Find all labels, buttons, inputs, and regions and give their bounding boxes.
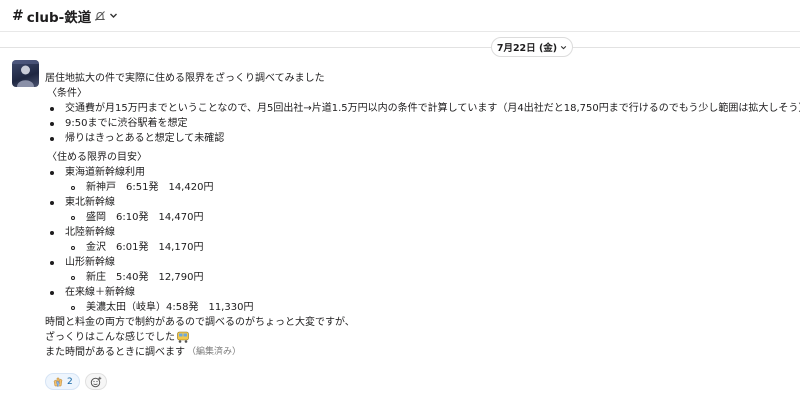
list-item-text: 新庄 5:40発 12,790円 xyxy=(86,272,204,283)
message-line: ざっくりはこんな感じでした xyxy=(45,330,795,345)
sub-bullet-icon xyxy=(71,305,75,310)
sub-bullet-icon xyxy=(71,185,75,190)
channel-header: # club-鉄道 xyxy=(0,0,800,32)
reaction-count: 2 xyxy=(67,376,73,387)
message-text: 時間と料金の両方で制約があるので調べるのがちょっと大変ですが、 xyxy=(45,317,355,328)
message-text: 居住地拡大の件で実際に住める限界をざっくり調べてみました xyxy=(45,73,325,84)
bell-off-icon xyxy=(94,10,106,22)
edited-label: （編集済み） xyxy=(187,347,242,357)
message-text: ざっくりはこんな感じでした xyxy=(45,332,175,343)
list-item: 東北新幹線 xyxy=(45,195,795,210)
avatar[interactable] xyxy=(12,60,39,87)
list-item: 帰りはきっとあると想定して未確認 xyxy=(45,131,795,146)
list-item: 9:50までに渋谷駅着を想定 xyxy=(45,116,795,131)
message-line: また時間があるときに調べます （編集済み） xyxy=(45,345,795,360)
sub-bullet-icon xyxy=(71,275,75,280)
train-icon xyxy=(176,331,190,344)
add-emoji-icon xyxy=(90,376,102,388)
bullet-icon xyxy=(50,200,54,205)
date-divider-line xyxy=(0,47,800,48)
bullet-icon xyxy=(50,136,54,141)
chevron-down-icon xyxy=(109,11,118,20)
clapping-hands-icon xyxy=(52,376,64,388)
list-item-text: 北陸新幹線 xyxy=(65,227,115,238)
list-item-text: 東海道新幹線利用 xyxy=(65,167,145,178)
bullet-icon xyxy=(50,121,54,126)
list-item-text: 盛岡 6:10発 14,470円 xyxy=(86,212,204,223)
message-text: また時間があるときに調べます xyxy=(45,347,185,358)
list-item-text: 交通費が月15万円までということなので、月5回出社→片道1.5万円以内の条件で計… xyxy=(65,103,800,114)
section-heading: 〈条件〉 xyxy=(47,88,87,99)
list-item-text: 新神戸 6:51発 14,420円 xyxy=(86,182,214,193)
list-item-text: 美濃太田（岐阜）4:58発 11,330円 xyxy=(86,302,254,313)
sub-list-item: 美濃太田（岐阜）4:58発 11,330円 xyxy=(45,300,795,315)
sub-list-item: 新庄 5:40発 12,790円 xyxy=(45,270,795,285)
bullet-icon xyxy=(50,260,54,265)
list-item-text: 帰りはきっとあると想定して未確認 xyxy=(65,133,225,144)
message-body: 居住地拡大の件で実際に住める限界をざっくり調べてみました 〈条件〉 交通費が月1… xyxy=(45,71,800,360)
sub-bullet-icon xyxy=(71,215,75,220)
sub-list-item: 新神戸 6:51発 14,420円 xyxy=(45,180,795,195)
list-item: 在来線＋新幹線 xyxy=(45,285,795,300)
list-item: 交通費が月15万円までということなので、月5回出社→片道1.5万円以内の条件で計… xyxy=(45,101,800,116)
list-item: 東海道新幹線利用 xyxy=(45,165,795,180)
list-item-text: 在来線＋新幹線 xyxy=(65,287,135,298)
section-heading: 〈住める限界の目安〉 xyxy=(47,152,147,163)
list-item: 山形新幹線 xyxy=(45,255,795,270)
list-item-text: 9:50までに渋谷駅着を想定 xyxy=(65,118,188,129)
channel-name-button[interactable]: # club-鉄道 xyxy=(12,6,118,26)
reactions-bar: 2 xyxy=(45,373,107,390)
list-item-text: 金沢 6:01発 14,170円 xyxy=(86,242,204,253)
reaction-button[interactable]: 2 xyxy=(45,373,80,390)
date-divider-button[interactable]: 7月22日 (金) xyxy=(491,37,573,57)
channel-title: club-鉄道 xyxy=(26,9,92,26)
add-reaction-button[interactable] xyxy=(84,373,107,390)
list-item-text: 東北新幹線 xyxy=(65,197,115,208)
list-item: 北陸新幹線 xyxy=(45,225,795,240)
sub-list-item: 金沢 6:01発 14,170円 xyxy=(45,240,795,255)
sub-bullet-icon xyxy=(71,245,75,250)
hash-symbol: # xyxy=(12,7,24,24)
list-item-text: 山形新幹線 xyxy=(65,257,115,268)
bullet-icon xyxy=(50,230,54,235)
bullet-icon xyxy=(50,170,54,175)
sub-list-item: 盛岡 6:10発 14,470円 xyxy=(45,210,795,225)
bullet-icon xyxy=(50,290,54,295)
bullet-icon xyxy=(50,106,54,111)
date-label: 7月22日 (金) xyxy=(496,43,558,54)
chevron-down-icon xyxy=(560,44,567,51)
